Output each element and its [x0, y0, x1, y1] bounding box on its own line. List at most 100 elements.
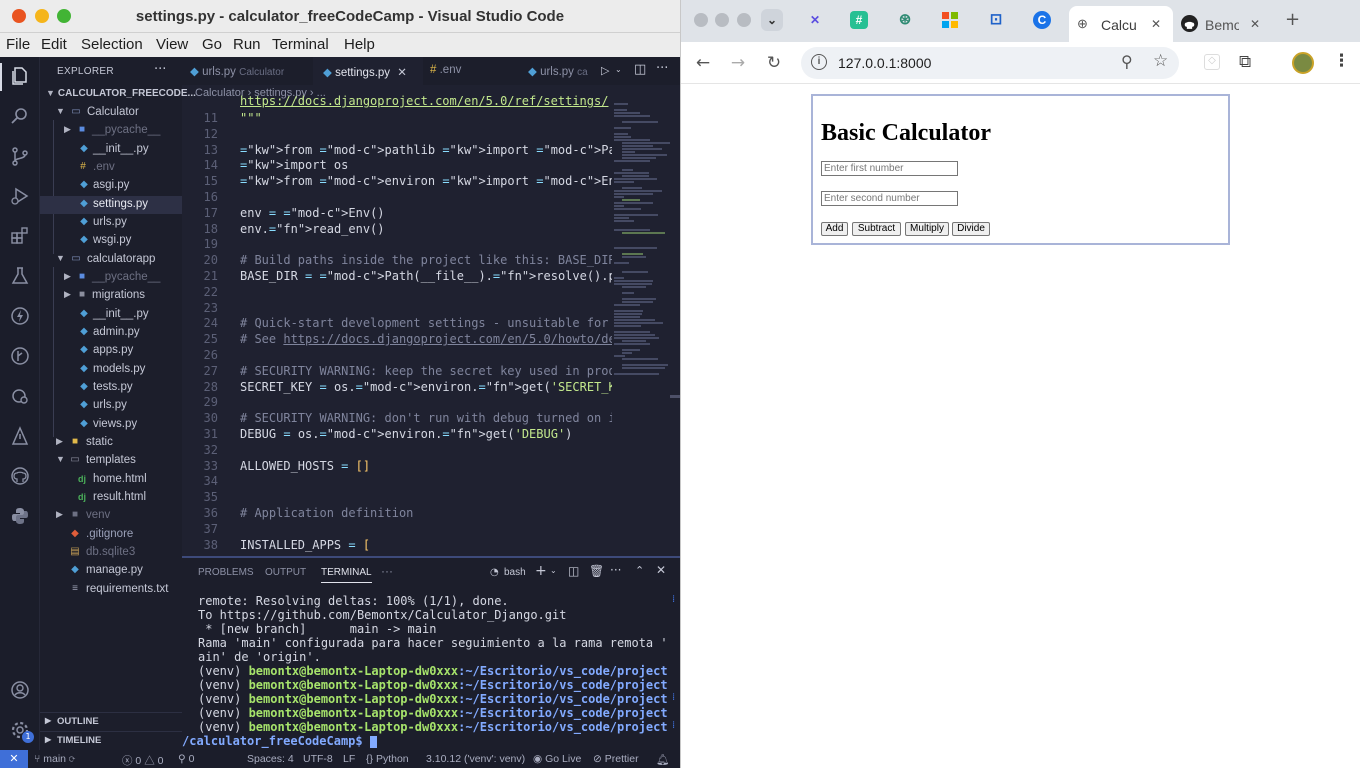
tree-file-env[interactable]: # .env — [40, 159, 182, 177]
panel-more-icon[interactable]: ··· — [381, 564, 393, 578]
tree-file-views[interactable]: ◆ views.py — [40, 416, 182, 434]
git-branch-status[interactable]: ⑂ main ⟳ — [34, 753, 75, 765]
pinned-tab-tool-icon[interactable]: ✕ — [806, 11, 824, 29]
tree-folder-pycache[interactable]: ▶ ■ __pycache__ — [40, 122, 182, 140]
url-text[interactable]: 127.0.0.1:8000 — [838, 55, 931, 71]
menu-terminal[interactable]: Terminal — [272, 36, 329, 53]
forward-arrow-icon[interactable]: → — [727, 52, 749, 74]
github-icon[interactable] — [8, 465, 32, 489]
minimize-window-button[interactable] — [715, 13, 729, 27]
interpreter-status[interactable]: 3.10.12 ('venv': venv) — [426, 753, 525, 765]
chevron-down-icon[interactable]: ⌄ — [615, 65, 622, 74]
tree-file-apps[interactable]: ◆ apps.py — [40, 342, 182, 360]
account-icon[interactable] — [8, 679, 32, 703]
tree-folder-migrations[interactable]: ▶ ■ migrations — [40, 287, 182, 305]
project-folder-header[interactable]: ▼ CALCULATOR_FREECODE... — [46, 88, 196, 99]
python-icon[interactable] — [8, 505, 32, 529]
more-actions-icon[interactable]: ··· — [610, 563, 621, 577]
zoom-icon[interactable]: ⚲ — [1121, 52, 1133, 71]
tree-file-requirements[interactable]: ≡ requirements.txt — [40, 581, 182, 599]
extensions-icon[interactable] — [8, 225, 32, 249]
tab-problems[interactable]: PROBLEMS — [198, 567, 254, 578]
close-icon[interactable]: ✕ — [397, 67, 407, 79]
problems-status[interactable]: ⓧ 0 △ 0 — [122, 753, 163, 768]
site-info-icon[interactable]: i — [811, 54, 827, 70]
tree-file-settings[interactable]: ◆ settings.py — [40, 196, 182, 214]
second-number-input[interactable] — [821, 191, 958, 206]
tree-file-home-html[interactable]: dj home.html — [40, 471, 182, 489]
ports-status[interactable]: ⚲ 0 — [178, 753, 194, 765]
new-tab-icon[interactable]: + — [1285, 9, 1300, 30]
run-debug-icon[interactable] — [8, 185, 32, 209]
tree-file-wsgi[interactable]: ◆ wsgi.py — [40, 232, 182, 250]
maximize-panel-icon[interactable]: ⌃ — [635, 564, 644, 577]
tree-folder-venv[interactable]: ▶ ■ venv — [40, 507, 182, 525]
close-panel-icon[interactable]: ✕ — [656, 563, 666, 577]
tree-file-admin[interactable]: ◆ admin.py — [40, 324, 182, 342]
chevron-down-icon[interactable]: ⌄ — [550, 566, 557, 575]
bookmark-star-icon[interactable]: ☆ — [1153, 51, 1168, 71]
tree-file-manage[interactable]: ◆ manage.py — [40, 562, 182, 580]
menu-kebab-icon[interactable]: ⋮ — [1333, 51, 1350, 71]
extension-icon[interactable]: ◇ — [1204, 54, 1220, 70]
menu-file[interactable]: File — [6, 36, 30, 53]
remote-explorer-icon[interactable] — [8, 385, 32, 409]
tree-file-urls[interactable]: ◆ urls.py — [40, 214, 182, 232]
tree-folder-calculatorapp[interactable]: ▼ ▭ calculatorapp — [40, 251, 182, 269]
tree-file-asgi[interactable]: ◆ asgi.py — [40, 177, 182, 195]
remote-indicator-icon[interactable]: ✕ — [0, 750, 28, 768]
subtract-button[interactable]: Subtract — [852, 222, 901, 236]
menu-selection[interactable]: Selection — [81, 36, 143, 53]
code-editor[interactable]: https://docs.djangoproject.com/en/5.0/re… — [182, 95, 612, 555]
back-arrow-icon[interactable]: ← — [692, 52, 714, 74]
extensions-puzzle-icon[interactable]: ⧉ — [1239, 52, 1251, 72]
source-control-icon[interactable] — [8, 145, 32, 169]
terminal-prompt-line[interactable]: /calculator_freeCodeCamp$ — [182, 734, 668, 748]
tree-folder-templates[interactable]: ▼ ▭ templates — [40, 452, 182, 470]
address-bar[interactable]: i 127.0.0.1:8000 ⚲ ☆ — [801, 47, 1179, 79]
divide-button[interactable]: Divide — [952, 222, 990, 236]
pinned-tab-microsoft-icon[interactable] — [941, 11, 959, 29]
tree-folder-calculator[interactable]: ▼ ▭ Calculator — [40, 104, 182, 122]
indentation-status[interactable]: Spaces: 4 — [247, 753, 294, 765]
lightning-icon[interactable] — [8, 305, 32, 329]
first-number-input[interactable] — [821, 161, 958, 176]
settings-gear-icon[interactable]: 1 — [8, 719, 34, 743]
prettier-status[interactable]: ⊘ Prettier — [593, 753, 639, 765]
split-terminal-icon[interactable]: ◫ — [568, 564, 579, 578]
editor-scrollbar[interactable] — [670, 395, 680, 398]
language-status[interactable]: {} Python — [366, 753, 409, 765]
pinned-tab-chatgpt-icon[interactable]: ⊛ — [896, 11, 914, 29]
trash-icon[interactable]: 🗑 — [589, 564, 604, 578]
pinned-tab-c-icon[interactable]: C — [1033, 11, 1051, 29]
menu-run[interactable]: Run — [233, 36, 261, 53]
more-actions-icon[interactable]: ··· — [656, 61, 668, 76]
add-button[interactable]: Add — [821, 222, 848, 236]
tab-settings[interactable]: ◆ settings.py ✕ — [313, 57, 423, 85]
testing-icon[interactable] — [8, 265, 32, 289]
tree-file-models[interactable]: ◆ models.py — [40, 361, 182, 379]
tab-urls-calculator[interactable]: ◆ urls.py Calculator — [182, 57, 312, 85]
close-tab-icon[interactable]: ✕ — [1151, 17, 1161, 31]
new-terminal-icon[interactable]: + — [535, 563, 547, 579]
tree-file-urls[interactable]: ◆ urls.py — [40, 397, 182, 415]
menu-view[interactable]: View — [156, 36, 188, 53]
timeline-section[interactable]: ▶ TIMELINE — [40, 731, 182, 749]
notifications-bell-icon[interactable]: 🔔︎ — [656, 753, 669, 766]
tree-folder-pycache[interactable]: ▶ ■ __pycache__ — [40, 269, 182, 287]
pinned-tab-grid-icon[interactable]: # — [850, 11, 868, 29]
tab-urls-ca[interactable]: ◆ urls.py ca — [524, 57, 594, 85]
tab-search-icon[interactable]: ⌄ — [761, 9, 783, 31]
encoding-status[interactable]: UTF-8 — [303, 753, 333, 765]
close-tab-icon[interactable]: ✕ — [1250, 17, 1260, 31]
close-window-button[interactable] — [694, 13, 708, 27]
maximize-window-button[interactable] — [737, 13, 751, 27]
pinned-tab-robot-icon[interactable]: ⊡ — [987, 11, 1005, 29]
tree-file-tests[interactable]: ◆ tests.py — [40, 379, 182, 397]
reload-icon[interactable]: ↻ — [763, 52, 785, 74]
git-graph-icon[interactable] — [8, 345, 32, 369]
browser-tab-github[interactable]: Bemo ✕ — [1175, 6, 1275, 42]
minimap[interactable] — [614, 95, 670, 385]
deploy-icon[interactable] — [8, 425, 32, 449]
search-icon[interactable] — [8, 105, 32, 129]
